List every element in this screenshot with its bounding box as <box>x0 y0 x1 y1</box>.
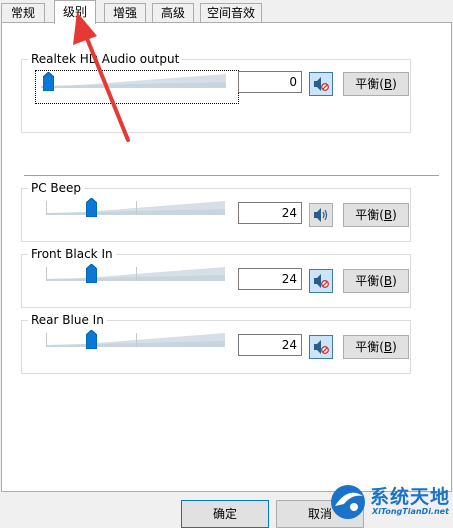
tab-levels-label: 级别 <box>62 5 87 19</box>
speaker-muted-icon <box>314 77 329 91</box>
slider-tick <box>136 201 137 215</box>
watermark-site: XiTongTianDi.net <box>372 507 449 516</box>
separator-line <box>24 175 439 176</box>
ok-button[interactable]: 确定 <box>181 500 269 528</box>
tab-levels[interactable]: 级别 <box>54 0 96 24</box>
device-mute-button-pc-beep[interactable] <box>309 203 333 227</box>
watermark: 系统天地 XiTongTianDi.net <box>328 478 453 526</box>
tab-enhancements-label: 增强 <box>112 6 137 20</box>
device-slider-rear-blue-in[interactable] <box>46 330 225 349</box>
tab-general-label: 常规 <box>10 6 35 20</box>
tab-enhancements[interactable]: 增强 <box>104 3 146 22</box>
device-title: Front Black In <box>28 246 116 262</box>
device-title: Rear Blue In <box>28 312 107 328</box>
master-slider[interactable] <box>41 72 226 91</box>
device-value-front-black-in[interactable]: 24 <box>238 268 302 290</box>
device-balance-key: B <box>383 340 393 354</box>
device-slider-thumb[interactable] <box>86 330 98 349</box>
device-value-pc-beep[interactable]: 24 <box>238 202 302 224</box>
device-balance-button-front-black-in[interactable]: 平衡(B) <box>343 269 409 293</box>
watermark-title: 系统天地 <box>370 486 451 508</box>
master-balance-button[interactable]: 平衡(B) <box>343 72 409 96</box>
device-slider-front-black-in[interactable] <box>46 264 225 283</box>
master-balance-key: B <box>383 77 393 91</box>
master-slider-thumb[interactable] <box>43 72 54 91</box>
device-balance-button-rear-blue-in[interactable]: 平衡(B) <box>343 335 409 359</box>
device-balance-button-pc-beep[interactable]: 平衡(B) <box>343 203 409 227</box>
tab-strip: 常规 级别 增强 高级 空间音效 <box>0 0 453 24</box>
device-title: PC Beep <box>28 180 85 196</box>
device-balance-label: 平衡 <box>355 340 380 354</box>
device-balance-label: 平衡 <box>355 208 380 222</box>
slider-tick <box>46 333 47 347</box>
device-mute-button-rear-blue-in[interactable] <box>309 335 333 359</box>
slider-tick <box>136 267 137 281</box>
device-slider-pc-beep[interactable] <box>46 198 225 217</box>
slider-tick <box>46 267 47 281</box>
slider-tick <box>46 201 47 215</box>
device-balance-label: 平衡 <box>355 274 380 288</box>
device-balance-key: B <box>383 274 393 288</box>
tab-spatial-sound-label: 空间音效 <box>206 6 255 20</box>
device-slider-thumb[interactable] <box>86 264 98 283</box>
master-mute-button[interactable] <box>309 72 333 96</box>
device-balance-key: B <box>383 208 393 222</box>
speaker-muted-icon <box>314 274 329 288</box>
tab-general[interactable]: 常规 <box>1 3 45 22</box>
device-slider-thumb[interactable] <box>86 198 98 217</box>
master-balance-label: 平衡 <box>355 77 380 91</box>
speaker-muted-icon <box>314 340 329 354</box>
tab-advanced[interactable]: 高级 <box>152 3 194 22</box>
levels-panel: Realtek HD Audio output 0 平衡(B) PC Beep <box>1 22 452 492</box>
tab-advanced-label: 高级 <box>160 6 185 20</box>
device-mute-button-front-black-in[interactable] <box>309 269 333 293</box>
speaker-icon <box>314 208 328 222</box>
master-title: Realtek HD Audio output <box>28 51 183 67</box>
slider-tick <box>136 333 137 347</box>
master-slider-track <box>41 74 226 88</box>
device-value-rear-blue-in[interactable]: 24 <box>238 334 302 356</box>
watermark-logo-icon <box>331 485 365 519</box>
tab-spatial-sound[interactable]: 空间音效 <box>200 3 262 22</box>
ok-button-label: 确定 <box>212 507 237 521</box>
master-value[interactable]: 0 <box>238 71 302 93</box>
